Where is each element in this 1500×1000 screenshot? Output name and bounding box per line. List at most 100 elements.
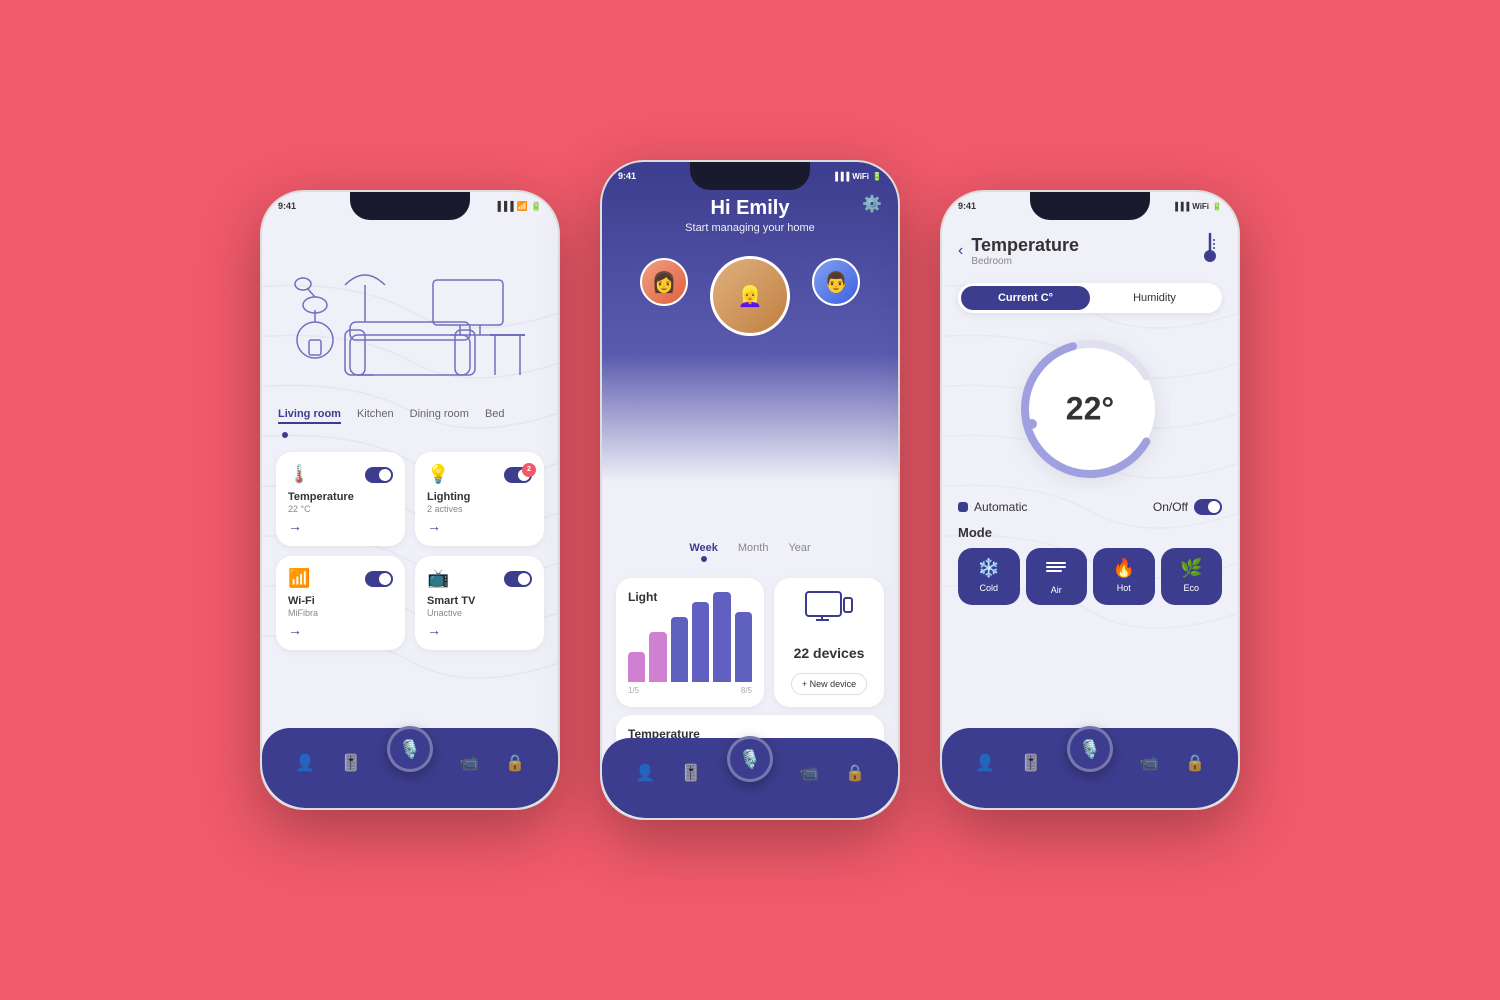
gauge-value: 22° <box>1066 391 1114 428</box>
mode-eco[interactable]: 🌿 Eco <box>1161 548 1223 605</box>
wifi-icon: 📶 <box>517 201 528 212</box>
light-sub: 2 actives <box>427 504 532 514</box>
new-device-btn[interactable]: + New device <box>791 673 867 695</box>
wifi-icon-3: WiFi <box>1192 202 1209 211</box>
hot-icon: 🔥 <box>1113 558 1135 579</box>
status-bar-2: 9:41 ▐▐▐ WiFi 🔋 <box>618 166 882 186</box>
greeting-sub: Start managing your home <box>602 222 898 234</box>
tab-month[interactable]: Month <box>738 542 769 562</box>
temp-sub: 22 °C <box>288 504 393 514</box>
light-title: Light <box>628 590 752 604</box>
profile-large[interactable]: 👱‍♀️ <box>710 256 790 336</box>
wifi-arrow[interactable]: → <box>288 622 393 638</box>
toggle-tabs: Current C° Humidity <box>958 283 1222 313</box>
room-dining[interactable]: Dining room <box>410 408 469 424</box>
temp-name: Temperature <box>288 491 393 503</box>
tab-current-temp[interactable]: Current C° <box>961 286 1090 310</box>
auto-text: Automatic <box>974 500 1027 514</box>
settings-icon[interactable]: ⚙️ <box>862 194 882 214</box>
signal-icon-3: ▐▐▐ <box>1172 202 1189 211</box>
camera-nav-icon-1[interactable]: 📹 <box>459 753 479 773</box>
mic-button-1[interactable]: 🎙️ <box>387 726 433 772</box>
tv-arrow[interactable]: → <box>427 622 532 638</box>
back-header: ‹ Temperature Bedroom <box>958 230 1222 271</box>
wifi-card-header: 📶 <box>288 568 393 589</box>
wifi-device-icon: 📶 <box>288 568 310 589</box>
settings-nav-icon-3[interactable]: 🎚️ <box>1021 753 1041 773</box>
room-living[interactable]: Living room <box>278 408 341 424</box>
profile-nav-icon-3[interactable]: 👤 <box>975 753 995 773</box>
light-card-header: 💡 2 <box>427 464 532 485</box>
phone-1: 9:41 ▐▐▐ 📶 🔋 <box>260 190 560 810</box>
settings-nav-icon-1[interactable]: 🎚️ <box>341 753 361 773</box>
mode-cold[interactable]: ❄️ Cold <box>958 548 1020 605</box>
temp-toggle[interactable] <box>365 467 393 483</box>
mic-button-3[interactable]: 🎙️ <box>1067 726 1113 772</box>
chart-labels: 1/5 8/5 <box>628 686 752 695</box>
tv-sub: Unactive <box>427 608 532 618</box>
onoff-toggle[interactable] <box>1194 499 1222 515</box>
profile-nav-icon-1[interactable]: 👤 <box>295 753 315 773</box>
bulb-icon: 💡 <box>427 464 449 485</box>
time-1: 9:41 <box>278 201 296 211</box>
thermometer-icon-3 <box>1198 230 1222 266</box>
lock-nav-icon-2[interactable]: 🔒 <box>845 763 865 783</box>
mode-hot[interactable]: 🔥 Hot <box>1093 548 1155 605</box>
tv-toggle[interactable] <box>504 571 532 587</box>
wifi-toggle[interactable] <box>365 571 393 587</box>
profiles: 👩 👨 👱‍♀️ <box>602 246 898 306</box>
temp-arrow[interactable]: → <box>288 518 393 534</box>
bar-chart <box>628 612 752 682</box>
tv-card-header: 📺 <box>427 568 532 589</box>
mic-button-2[interactable]: 🎙️ <box>727 736 773 782</box>
page-subtitle: Bedroom <box>971 256 1079 267</box>
mode-section: Mode ❄️ Cold Air <box>958 525 1222 605</box>
cold-label: Cold <box>979 583 998 593</box>
lock-nav-icon-1[interactable]: 🔒 <box>505 753 525 773</box>
nav-dot-1 <box>407 742 413 748</box>
air-label: Air <box>1051 585 1062 595</box>
profile-nav-icon-2[interactable]: 👤 <box>635 763 655 783</box>
camera-nav-icon-2[interactable]: 📹 <box>799 763 819 783</box>
title-group: Temperature Bedroom <box>971 235 1079 267</box>
phone-2: 9:41 ▐▐▐ WiFi 🔋 ⚙️ Hi Emily Start managi… <box>600 160 900 820</box>
light-arrow[interactable]: → <box>427 518 532 534</box>
bottom-nav-1: 👤 🎚️ 🎙️ 📹 🔒 <box>262 728 558 808</box>
eco-label: Eco <box>1183 583 1199 593</box>
room-bed[interactable]: Bed <box>485 408 505 424</box>
back-button[interactable]: ‹ <box>958 242 963 260</box>
smarttv-card: 📺 Smart TV Unactive → <box>415 556 544 650</box>
phone1-content: Living room Kitchen Dining room Bed 🌡️ T… <box>262 220 558 808</box>
chart-label-end: 8/5 <box>741 686 752 695</box>
bar-1 <box>628 652 645 682</box>
camera-nav-icon-3[interactable]: 📹 <box>1139 753 1159 773</box>
battery-icon-2: 🔋 <box>872 172 882 181</box>
phone2-header: ⚙️ Hi Emily Start managing your home 👩 👨… <box>602 162 898 482</box>
mode-air[interactable]: Air <box>1026 548 1088 605</box>
bar-2 <box>649 632 666 682</box>
profile-photo-3: 👱‍♀️ <box>713 259 787 333</box>
nav-dot-3 <box>1087 742 1093 748</box>
device-grid: 🌡️ Temperature 22 °C → 💡 2 Lighting 2 ac… <box>262 442 558 660</box>
tv-device-icon <box>804 590 854 632</box>
cold-icon: ❄️ <box>978 558 1000 579</box>
battery-icon: 🔋 <box>531 201 542 212</box>
bottom-nav-3: 👤 🎚️ 🎙️ 📹 🔒 <box>942 728 1238 808</box>
lock-nav-icon-3[interactable]: 🔒 <box>1185 753 1205 773</box>
profile-small-2[interactable]: 👨 <box>812 258 860 306</box>
mode-grid: ❄️ Cold Air 🔥 <box>958 548 1222 605</box>
profile-small-1[interactable]: 👩 <box>640 258 688 306</box>
tab-year[interactable]: Year <box>788 542 810 562</box>
light-badge: 2 <box>522 463 536 477</box>
tab-week[interactable]: Week <box>689 542 718 562</box>
device-count-card: 22 devices + New device <box>774 578 884 707</box>
time-2: 9:41 <box>618 171 636 181</box>
thermometer-icon: 🌡️ <box>288 464 310 485</box>
bar-4 <box>692 602 709 682</box>
settings-nav-icon-2[interactable]: 🎚️ <box>681 763 701 783</box>
tab-humidity[interactable]: Humidity <box>1090 286 1219 310</box>
room-kitchen[interactable]: Kitchen <box>357 408 394 424</box>
status-icons-2: ▐▐▐ WiFi 🔋 <box>832 172 882 181</box>
bottom-nav-2: 👤 🎚️ 🎙️ 📹 🔒 <box>602 738 898 818</box>
phone-3: 9:41 ▐▐▐ WiFi 🔋 ‹ Temperature Bedroom <box>940 190 1240 810</box>
